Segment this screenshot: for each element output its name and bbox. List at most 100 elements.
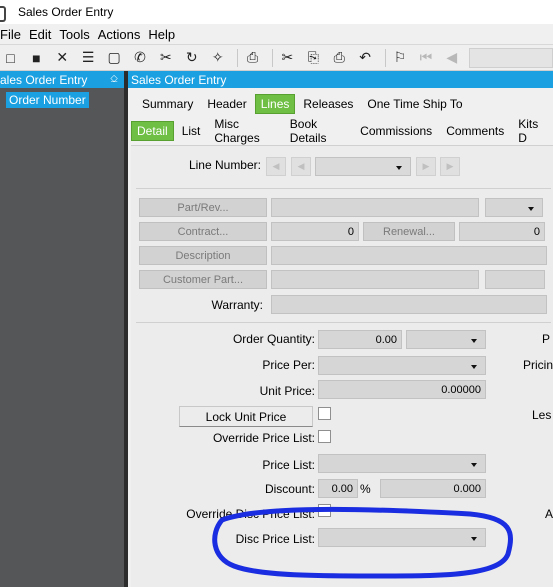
discount-percent-field[interactable]: 0.00 xyxy=(318,479,358,498)
main-panel-header: Sales Order Entry xyxy=(128,71,553,88)
detail-form: Line Number: ◀ ◀ ▶ ▶ Part/Rev... Contrac… xyxy=(131,145,553,587)
line-number-label: Line Number: xyxy=(188,158,261,172)
disc-price-list-label: Disc Price List: xyxy=(235,532,315,546)
override-disc-price-list-label: Override Disc Price List: xyxy=(186,507,315,521)
part-rev-button[interactable]: Part/Rev... xyxy=(139,198,267,217)
description-button[interactable]: Description xyxy=(139,246,267,265)
menu-help[interactable]: Help xyxy=(148,27,180,42)
discount-percent-sign: % xyxy=(360,482,371,496)
section-divider xyxy=(136,188,551,189)
order-quantity-field[interactable]: 0.00 xyxy=(318,330,402,349)
unit-price-label: Unit Price: xyxy=(259,384,315,398)
order-quantity-uom-combo[interactable] xyxy=(406,330,486,349)
tab-one-time-ship-to[interactable]: One Time Ship To xyxy=(361,94,468,114)
sub-tab-strip: Detail List Misc Charges Book Details Co… xyxy=(128,117,553,145)
copy-icon[interactable]: ⎘ xyxy=(303,47,324,69)
warranty-label: Warranty: xyxy=(211,298,263,312)
pin-icon[interactable]: ⎐ xyxy=(110,74,118,85)
tab-header[interactable]: Header xyxy=(201,94,252,114)
toolbar-separator xyxy=(272,48,273,67)
toolbar-separator xyxy=(384,48,386,67)
window-title: Sales Order Entry xyxy=(18,5,114,19)
tree-panel-header: ales Order Entry ⎐ xyxy=(0,71,124,88)
paste-icon[interactable]: ⎙ xyxy=(329,47,350,69)
binoculars-icon[interactable]: ⚐ xyxy=(390,47,411,69)
menu-edit[interactable]: Edit xyxy=(29,27,56,42)
tab-kits-details[interactable]: Kits D xyxy=(512,114,551,148)
book-icon[interactable]: ☰ xyxy=(78,47,99,69)
contract-field[interactable]: 0 xyxy=(271,222,359,241)
first-line-button[interactable]: ◀ xyxy=(266,157,286,176)
disc-price-list-combo[interactable] xyxy=(318,528,486,547)
last-line-button[interactable]: ▶ xyxy=(440,157,460,176)
tab-summary[interactable]: Summary xyxy=(136,94,199,114)
new-icon[interactable]: □ xyxy=(0,47,21,69)
section-divider xyxy=(136,322,551,323)
description-field[interactable] xyxy=(271,246,547,265)
toolbar-separator xyxy=(237,48,239,67)
right-edge-label-p: P xyxy=(542,332,551,346)
price-list-combo[interactable] xyxy=(318,454,486,473)
phone-icon[interactable]: ✆ xyxy=(130,47,151,69)
lock-unit-price-checkbox[interactable] xyxy=(318,407,331,420)
previous-line-button[interactable]: ◀ xyxy=(291,157,311,176)
tab-detail[interactable]: Detail xyxy=(131,121,174,141)
override-price-list-checkbox[interactable] xyxy=(318,430,331,443)
previous-record-icon[interactable]: ◀ xyxy=(441,47,462,69)
price-per-label: Price Per: xyxy=(262,358,315,372)
print-icon[interactable]: ⎙ xyxy=(242,47,263,69)
save-icon[interactable]: ■ xyxy=(26,47,47,69)
next-line-button[interactable]: ▶ xyxy=(416,157,436,176)
record-search-box[interactable] xyxy=(469,47,553,68)
line-number-combo[interactable] xyxy=(315,157,411,176)
note-icon[interactable]: ▢ xyxy=(104,47,125,69)
warranty-field[interactable] xyxy=(271,295,547,314)
discount-amount-field[interactable]: 0.000 xyxy=(380,479,486,498)
undo-icon[interactable]: ↶ xyxy=(355,47,376,69)
price-per-combo[interactable] xyxy=(318,356,486,375)
customer-part-field[interactable] xyxy=(271,270,479,289)
right-edge-label-a: A xyxy=(545,507,553,521)
customer-rev-field[interactable] xyxy=(485,270,545,289)
cut-icon[interactable]: ✂ xyxy=(277,47,298,69)
app-icon xyxy=(0,5,14,22)
price-list-label: Price List: xyxy=(262,458,315,472)
tab-lines[interactable]: Lines xyxy=(254,94,296,114)
menu-bar: File Edit Tools Actions Help xyxy=(0,24,553,45)
attach-icon[interactable]: ✂ xyxy=(155,47,176,69)
discount-label: Discount: xyxy=(264,482,315,496)
menu-file[interactable]: File xyxy=(0,27,26,42)
part-number-field[interactable] xyxy=(271,198,479,217)
right-edge-label-pricing: Pricin xyxy=(523,358,553,372)
clear-icon[interactable]: ✧ xyxy=(207,47,228,69)
lock-unit-price-button[interactable]: Lock Unit Price xyxy=(179,406,313,427)
menu-tools[interactable]: Tools xyxy=(59,27,94,42)
tree-panel: ales Order Entry ⎐ Order Number xyxy=(0,71,124,587)
override-disc-price-list-checkbox[interactable] xyxy=(318,504,331,517)
tab-book-details[interactable]: Book Details xyxy=(284,114,352,148)
revision-combo[interactable] xyxy=(485,198,543,217)
tab-releases[interactable]: Releases xyxy=(297,94,359,114)
window-titlebar: Sales Order Entry xyxy=(0,0,553,24)
right-edge-label-les: Les xyxy=(532,408,552,422)
tree-node-order-number[interactable]: Order Number xyxy=(6,92,89,108)
tab-list[interactable]: List xyxy=(176,121,207,141)
renewal-field[interactable]: 0 xyxy=(459,222,545,241)
tab-commissions[interactable]: Commissions xyxy=(354,121,438,141)
customer-part-button[interactable]: Customer Part... xyxy=(139,270,267,289)
override-price-list-label: Override Price List: xyxy=(212,431,315,445)
tab-misc-charges[interactable]: Misc Charges xyxy=(208,114,281,148)
tree-panel-title: ales Order Entry xyxy=(0,72,88,87)
refresh-icon[interactable]: ↻ xyxy=(181,47,202,69)
order-quantity-label: Order Quantity: xyxy=(232,332,315,346)
unit-price-field[interactable]: 0.00000 xyxy=(318,380,486,399)
tab-comments[interactable]: Comments xyxy=(440,121,510,141)
top-tab-strip: Summary Header Lines Releases One Time S… xyxy=(128,92,553,116)
first-record-icon[interactable]: ⏮ xyxy=(415,47,436,69)
renewal-button[interactable]: Renewal... xyxy=(363,222,455,241)
main-panel: Sales Order Entry Summary Header Lines R… xyxy=(128,71,553,587)
menu-actions[interactable]: Actions xyxy=(98,27,146,42)
contract-button[interactable]: Contract... xyxy=(139,222,267,241)
delete-icon[interactable]: ✕ xyxy=(52,47,73,69)
toolbar: □ ■ ✕ ☰ ▢ ✆ ✂ ↻ ✧ ⎙ ✂ ⎘ ⎙ ↶ ⚐ ⏮ ◀ xyxy=(0,45,553,71)
